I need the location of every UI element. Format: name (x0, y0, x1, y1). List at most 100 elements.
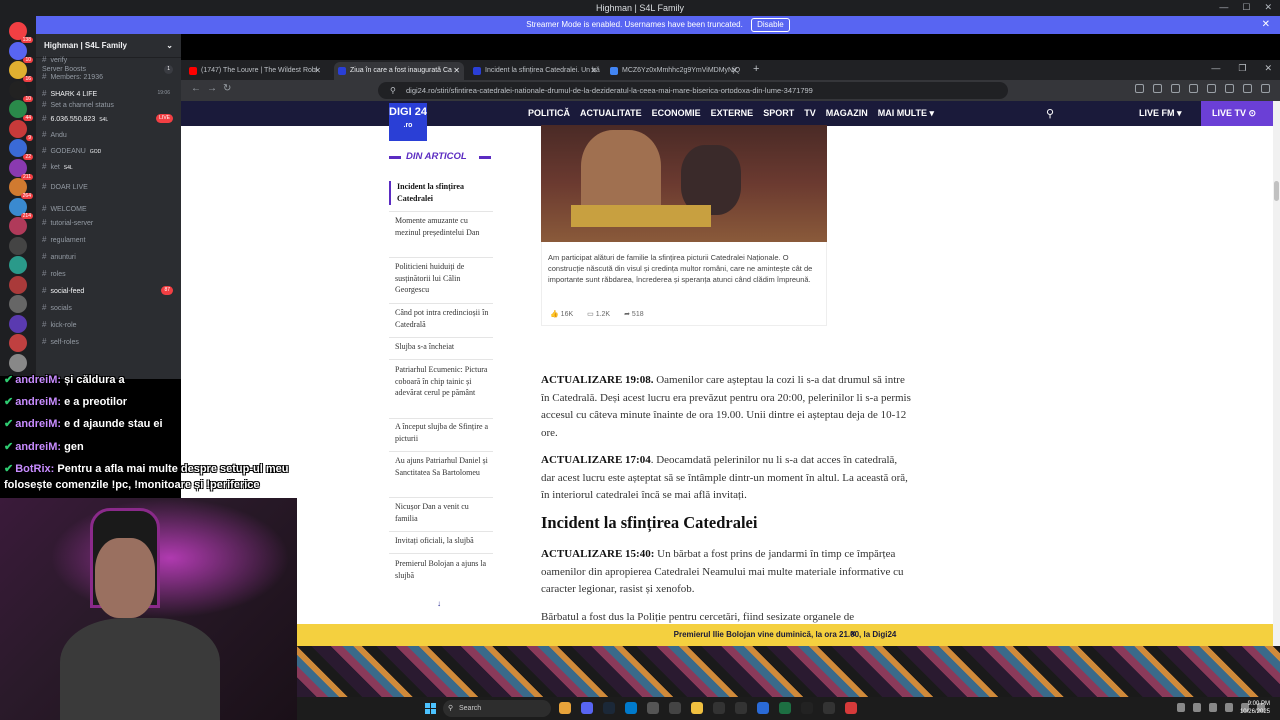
channel-item[interactable]: # ket S4L (42, 159, 175, 174)
toc-item[interactable]: Politicieni huiduiți de susținătorii lui… (389, 261, 493, 297)
server-icon[interactable] (9, 295, 27, 313)
server-icon[interactable]: 22 (9, 139, 33, 160)
extension-icon[interactable] (1189, 84, 1198, 93)
menu-icon[interactable] (1261, 84, 1270, 93)
channel-item[interactable]: # socials (42, 300, 175, 315)
taskbar-search[interactable]: ⚲ Search (443, 700, 551, 717)
channel-item[interactable]: # regulament (42, 232, 175, 247)
channel-item[interactable]: # kick-role (42, 317, 175, 332)
server-icon[interactable]: 10 (9, 41, 33, 63)
app-icon[interactable] (757, 702, 769, 714)
server-icon[interactable]: 264 (9, 178, 33, 199)
toc-item[interactable]: Incident la sfințirea Catedralei (389, 181, 493, 205)
site-info-icon[interactable]: ⚲ (390, 82, 396, 99)
channel-item[interactable]: #6.036.550.823 LIVE S4L (42, 111, 175, 126)
wifi-icon[interactable] (1225, 703, 1233, 712)
server-icon[interactable]: 16 (9, 61, 33, 82)
likes-count[interactable]: 👍 16K (550, 310, 573, 318)
tab-close-icon[interactable]: ✕ (453, 62, 460, 80)
restore-icon[interactable]: ❐ (1238, 63, 1246, 74)
comments-count[interactable]: ▭ 1.2K (587, 310, 610, 318)
start-button[interactable] (425, 703, 436, 714)
server-icon[interactable] (9, 334, 27, 352)
excel-icon[interactable] (779, 702, 791, 714)
toc-item[interactable]: Nicușor Dan a venit cu familia (389, 501, 493, 525)
channel-item[interactable]: # Set a channel status (42, 97, 175, 112)
extension-icon[interactable] (1171, 84, 1180, 93)
app-icon[interactable] (713, 702, 725, 714)
nav-link[interactable]: MAI MULTE ▾ (878, 101, 934, 126)
app-icon[interactable] (801, 702, 813, 714)
channel-item[interactable]: # DOAR LIVE (42, 179, 175, 194)
server-icon[interactable] (9, 353, 27, 372)
app-icon[interactable] (823, 702, 835, 714)
extension-icon[interactable] (1153, 84, 1162, 93)
app-icon[interactable] (735, 702, 747, 714)
minimize-icon[interactable]: — (1211, 63, 1220, 74)
tab-close-icon[interactable]: ✕ (314, 62, 321, 80)
channel-item[interactable]: # Members: 21936 (42, 69, 175, 84)
server-icon[interactable]: 9 (9, 119, 33, 141)
tab-close-icon[interactable]: ✕ (590, 62, 597, 80)
digi24-logo[interactable]: DIGI 24 .ro (389, 103, 427, 141)
browser-tab[interactable]: Incident la sfințirea Catedralei. Un bă ✕ (469, 62, 601, 80)
browser-tab[interactable]: (1747) The Louvre | The Wildest Robl ✕ (185, 62, 325, 80)
app-icon[interactable] (669, 702, 681, 714)
channel-item[interactable]: # WELCOME (42, 201, 175, 216)
close-icon[interactable]: ✕ (1264, 2, 1272, 13)
app-icon[interactable] (647, 702, 659, 714)
toc-item[interactable]: A început slujba de Sfințire a picturii (389, 421, 493, 445)
toc-item[interactable]: Invitați oficiali, la slujbă (389, 535, 493, 547)
steam-icon[interactable] (603, 702, 615, 714)
server-icon[interactable] (9, 275, 27, 294)
server-icon[interactable] (9, 314, 27, 333)
live-tv-button[interactable]: LIVE TV ⊙ (1201, 101, 1273, 126)
nav-link[interactable]: EXTERNE (711, 101, 754, 126)
address-bar[interactable]: ⚲ digi24.ro/stiri/sfintirea-catedralei-n… (378, 82, 1008, 99)
toc-item[interactable]: Când pot intra credincioșii în Catedrală (389, 307, 493, 331)
banner-close-icon[interactable]: ✕ (1262, 16, 1270, 34)
nav-link[interactable]: ECONOMIE (652, 101, 701, 126)
server-icon[interactable] (9, 256, 27, 274)
app-icon[interactable] (845, 702, 857, 714)
channel-item[interactable]: # Andu (42, 127, 175, 142)
scroll-thumb[interactable] (1274, 181, 1279, 201)
server-icon[interactable]: 214 (9, 197, 33, 219)
nav-link[interactable]: TV (804, 101, 816, 126)
chevron-down-icon[interactable]: ↓ (437, 599, 441, 608)
toc-item[interactable]: Au ajuns Patriarhul Daniel și Sanctitate… (389, 455, 493, 491)
toc-item[interactable]: Momente amuzante cu mezinul președintelu… (389, 215, 493, 251)
server-icon[interactable]: 10 (9, 80, 33, 102)
extension-icon[interactable] (1135, 84, 1144, 93)
search-icon[interactable]: ⚲ (1046, 107, 1054, 120)
new-tab-button[interactable]: + (753, 63, 759, 75)
minimize-icon[interactable]: — (1219, 2, 1228, 13)
browser-tab[interactable]: Ziua în care a fost inaugurată Ca ✕ (334, 62, 464, 80)
nav-link[interactable]: POLITICĂ (528, 101, 570, 126)
tray-icon[interactable] (1193, 703, 1201, 712)
promo-close-icon[interactable]: × (850, 624, 856, 646)
disable-button[interactable]: Disable (751, 18, 790, 32)
channel-item[interactable]: # GODEANU GOD (42, 143, 175, 158)
file-explorer-icon[interactable] (691, 702, 703, 714)
channel-item[interactable]: # social-feed 87 (42, 283, 175, 298)
toc-item[interactable]: Premierul Bolojan a ajuns la slujbă (389, 558, 493, 582)
extension-icon[interactable] (1225, 84, 1234, 93)
toc-item[interactable]: Slujba s-a încheiat (389, 341, 493, 353)
browser-tab[interactable]: MCZ6Yz0xMmhhc2g9YmViMDMyNjQ ✕ (606, 62, 742, 80)
channel-item[interactable]: # anunturi (42, 249, 175, 264)
server-icon[interactable]: 138 (9, 22, 33, 43)
server-icon[interactable] (9, 217, 27, 235)
close-icon[interactable]: ✕ (1264, 63, 1272, 74)
channel-item[interactable]: # self-roles (42, 334, 175, 349)
back-icon[interactable]: ← (191, 83, 201, 94)
page-scrollbar[interactable] (1273, 101, 1280, 646)
taskbar-clock[interactable]: 9:00 PM 10/26/2025 (1240, 700, 1270, 716)
forward-icon[interactable]: → (207, 83, 217, 94)
channel-item[interactable]: # roles (42, 266, 175, 281)
shares-count[interactable]: ➦ 518 (624, 310, 644, 318)
chrome-icon[interactable] (559, 702, 571, 714)
live-fm-button[interactable]: LIVE FM ▾ (1139, 101, 1182, 126)
promo-banner[interactable]: Premierul Ilie Bolojan vine duminică, la… (297, 624, 1273, 646)
channel-item[interactable]: # tutorial-server (42, 215, 175, 230)
